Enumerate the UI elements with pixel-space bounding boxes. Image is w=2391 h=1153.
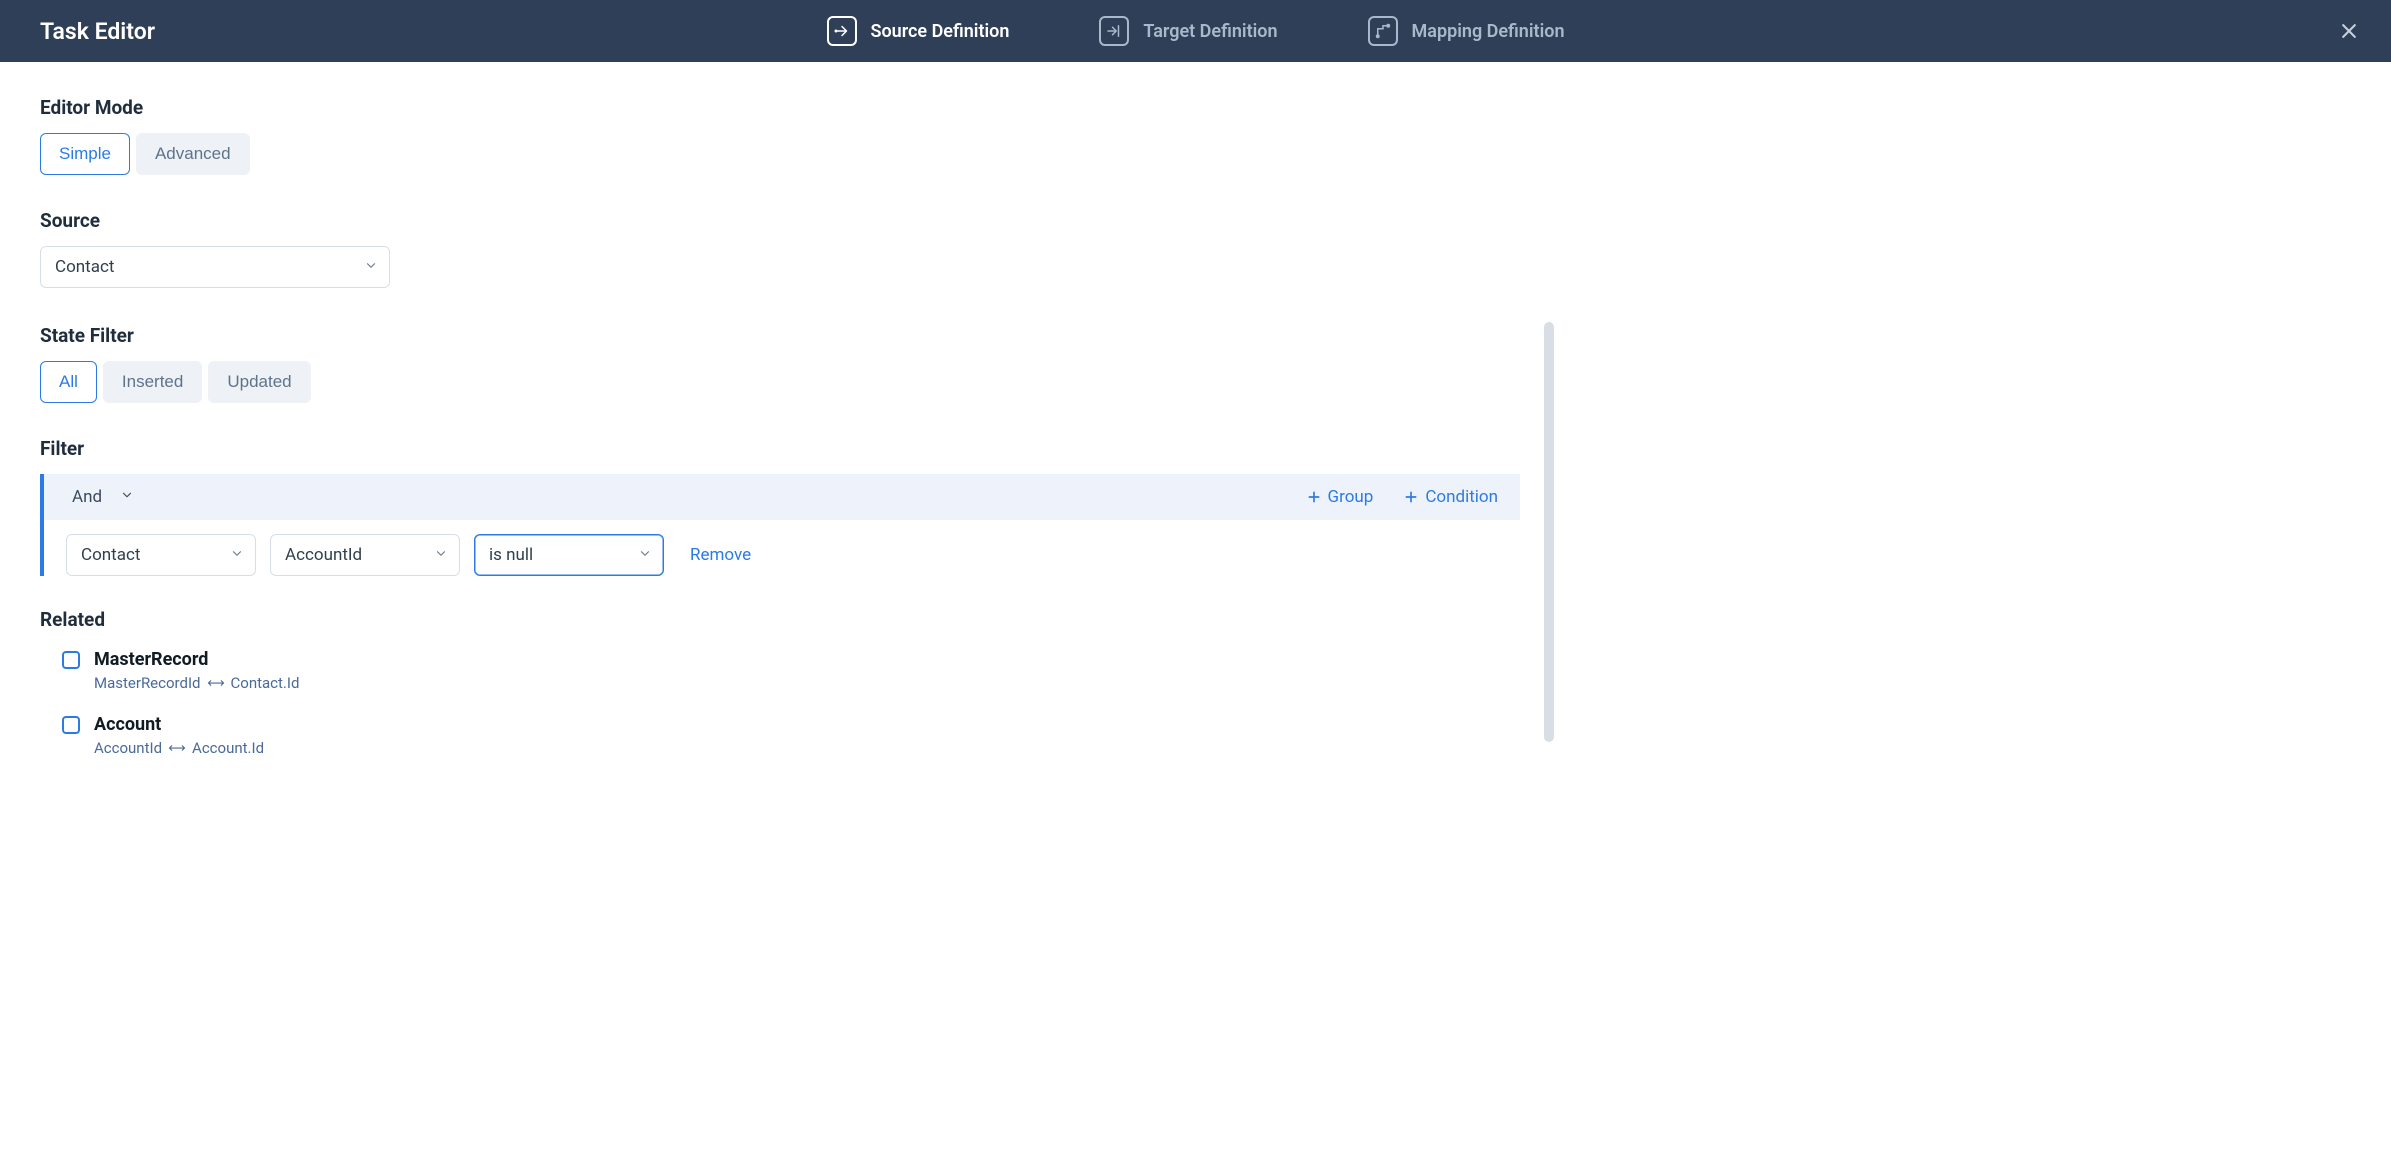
tab-label: Mapping Definition [1412, 21, 1565, 42]
related-item-masterrecord: MasterRecord MasterRecordId Contact.Id [62, 649, 1520, 692]
add-condition-label: Condition [1425, 487, 1498, 507]
chevron-down-icon [120, 487, 134, 507]
target-icon [1099, 16, 1129, 46]
condition-operator-select[interactable]: is null [474, 534, 664, 576]
condition-entity-value: Contact [81, 545, 140, 565]
source-label: Source [40, 209, 1520, 232]
related-label: Related [40, 608, 1520, 631]
filter-group-header: And Group Condition [44, 474, 1520, 520]
filter-condition-row: Contact AccountId is null Remove [44, 520, 1520, 576]
header-tabs: Source Definition Target Definition Mapp… [826, 16, 1564, 46]
plus-icon [1306, 489, 1322, 505]
editor-mode-advanced[interactable]: Advanced [136, 133, 250, 175]
remove-condition-link[interactable]: Remove [690, 545, 751, 565]
editor-mode-simple[interactable]: Simple [40, 133, 130, 175]
related-item-right: Contact.Id [231, 674, 300, 692]
state-filter-all[interactable]: All [40, 361, 97, 403]
condition-field-value: AccountId [285, 545, 362, 565]
plus-icon [1403, 489, 1419, 505]
page-title: Task Editor [40, 18, 155, 45]
state-filter-updated[interactable]: Updated [208, 361, 310, 403]
tab-mapping-definition[interactable]: Mapping Definition [1368, 16, 1565, 46]
add-group-label: Group [1328, 487, 1374, 507]
add-group-button[interactable]: Group [1306, 487, 1374, 507]
mapping-icon [1368, 16, 1398, 46]
related-item-right: Account.Id [192, 739, 264, 757]
state-filter-inserted[interactable]: Inserted [103, 361, 202, 403]
editor-content: Editor Mode Simple Advanced Source Conta… [0, 62, 1560, 797]
tab-source-definition[interactable]: Source Definition [826, 16, 1009, 46]
condition-field-select[interactable]: AccountId [270, 534, 460, 576]
state-filter-label: State Filter [40, 324, 1520, 347]
source-select[interactable]: Contact [40, 246, 390, 288]
related-checkbox[interactable] [62, 716, 80, 734]
condition-operator-value: is null [489, 545, 533, 565]
related-item-title: MasterRecord [94, 649, 299, 670]
editor-mode-toggle: Simple Advanced [40, 133, 1520, 175]
scrollbar-thumb[interactable] [1544, 322, 1554, 742]
related-item-left: AccountId [94, 739, 162, 757]
related-item-account: Account AccountId Account.Id [62, 714, 1520, 757]
editor-mode-label: Editor Mode [40, 96, 1520, 119]
filter-group-actions: Group Condition [1306, 487, 1498, 507]
related-item-mapping: MasterRecordId Contact.Id [94, 674, 299, 692]
source-select-value: Contact [55, 257, 114, 277]
top-bar: Task Editor Source Definition Target Def… [0, 0, 2391, 62]
tab-label: Target Definition [1143, 21, 1277, 42]
related-item-left: MasterRecordId [94, 674, 201, 692]
related-item-title: Account [94, 714, 264, 735]
related-list: MasterRecord MasterRecordId Contact.Id A… [40, 649, 1520, 757]
tab-label: Source Definition [870, 21, 1009, 42]
related-item-mapping: AccountId Account.Id [94, 739, 264, 757]
related-checkbox[interactable] [62, 651, 80, 669]
bidirectional-arrow-icon [168, 743, 186, 753]
filter-operator-select[interactable]: And [72, 487, 102, 507]
filter-label: Filter [40, 437, 1520, 460]
add-condition-button[interactable]: Condition [1403, 487, 1498, 507]
bidirectional-arrow-icon [207, 678, 225, 688]
state-filter-toggle: All Inserted Updated [40, 361, 1520, 403]
tab-target-definition[interactable]: Target Definition [1099, 16, 1277, 46]
close-icon [2339, 21, 2359, 41]
source-icon [826, 16, 856, 46]
condition-entity-select[interactable]: Contact [66, 534, 256, 576]
filter-group: And Group Condition Contact Account [40, 474, 1520, 576]
close-button[interactable] [2335, 17, 2363, 45]
